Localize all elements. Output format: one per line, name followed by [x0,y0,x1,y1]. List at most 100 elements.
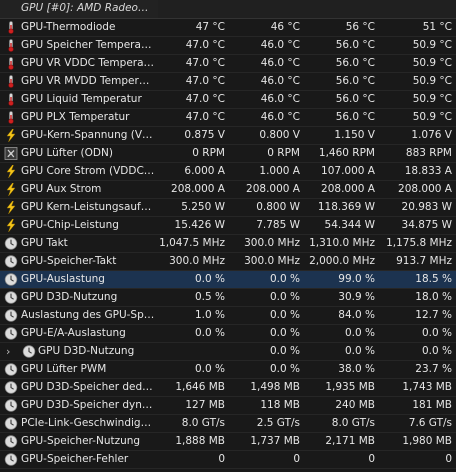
sensor-row-gpu-chip-leistung[interactable]: GPU-Chip-Leistung 15.426 W 7.785 W 54.344 W… [0,217,456,235]
sensor-label: GPU-Auslastung [21,273,105,285]
avg-value: 18.833 A [404,165,452,177]
avg-value: 34.875 W [401,219,452,231]
current-value: 6.000 A [184,165,225,177]
current-value: 5.250 W [181,201,225,213]
current-value: 47.0 °C [185,93,225,105]
max-value: 56 °C [345,21,375,33]
min-value: 0.800 W [256,201,300,213]
max-value: 56.0 °C [335,111,375,123]
min-value: 1.000 A [259,165,300,177]
sensor-table: GPU [#0]: AMD Radeon ... GPU-Thermodiode… [0,0,456,469]
sensor-row-gpu-d3d-nutzung[interactable]: GPU D3D-Nutzung 0.5 % 0.0 % 30.9 % 18.0 % [0,289,456,307]
sensor-row-gpu-auslastung[interactable]: GPU-Auslastung 0.0 % 0.0 % 99.0 % 18.5 % [0,271,456,289]
sensor-row-gpu-speicher-takt[interactable]: GPU-Speicher-Takt 300.0 MHz 300.0 MHz 2,000… [0,253,456,271]
current-value: 0.5 % [194,291,225,303]
sensor-label: GPU VR VDDC Temperatur [21,57,155,69]
min-value: 1,498 MB [250,381,300,393]
min-value: 46 °C [270,21,300,33]
max-value: 84.0 % [338,309,375,321]
max-value: 2,000.0 MHz [309,255,375,267]
min-value: 300.0 MHz [244,237,300,249]
max-value: 99.0 % [338,273,375,285]
sensor-row-gpu-core-strom-vddcr-gfx[interactable]: GPU Core Strom (VDDCR_GFX) 6.000 A 1.000 A… [0,163,456,181]
expand-chevron-icon[interactable]: › [6,343,16,360]
min-value: 0.0 % [269,327,300,339]
min-value: 0.0 % [269,291,300,303]
sensor-row-gpu-kern-leistungsaufnahme[interactable]: GPU Kern-Leistungsaufnahme 5.250 W 0.800 W… [0,199,456,217]
sensor-row-gpu-kern-spannung-vddc[interactable]: GPU-Kern-Spannung (VDDC) 0.875 V 0.800 V 1.… [0,127,456,145]
sensor-row-gpu-e-a-auslastung[interactable]: GPU-E/A-Auslastung 0.0 % 0.0 % 0.0 % 0.0 % [0,325,456,343]
max-value: 56.0 °C [335,39,375,51]
lightning-icon [4,182,18,197]
sensor-label: GPU Takt [21,237,68,249]
min-value: 7.785 W [256,219,300,231]
sensor-row-gpu-takt[interactable]: GPU Takt 1,047.5 MHz 300.0 MHz 1,310.0 MHz 1… [0,235,456,253]
current-value: 300.0 MHz [169,255,225,267]
group-header-title: GPU [#0]: AMD Radeon ... [21,2,155,14]
sensor-row-gpu-l-fter-pwm[interactable]: GPU Lüfter PWM 0.0 % 0.0 % 38.0 % 23.7 % [0,361,456,379]
group-header-gpu[interactable]: GPU [#0]: AMD Radeon ... [0,0,456,19]
clock-icon [4,255,18,268]
current-value: 208.000 A [171,183,225,195]
avg-value: 1,175.8 MHz [386,237,452,249]
current-value: 0 RPM [192,147,225,159]
current-value: 1,646 MB [175,381,225,393]
fan-icon [4,147,18,160]
clock-icon [4,363,18,376]
sensor-row-gpu-aux-strom[interactable]: GPU Aux Strom 208.000 A 208.000 A 208.000 A… [0,181,456,199]
current-value: 1,047.5 MHz [159,237,225,249]
thermometer-icon [4,21,18,34]
sensor-row-gpu-d3d-speicher-dynamisch[interactable]: GPU D3D-Speicher dynamisch 127 MB 118 MB 24… [0,397,456,415]
sensor-label: GPU VR MVDD Temperatur [21,75,155,87]
min-value: 46.0 °C [260,93,300,105]
sensor-row-gpu-vr-mvdd-temperatur[interactable]: GPU VR MVDD Temperatur 47.0 °C 46.0 °C 56.0… [0,73,456,91]
sensor-row-gpu-d3d-nutzung[interactable]: › GPU D3D-Nutzung 0.0 % 0.0 % 0.0 % [0,343,456,361]
sensor-row-gpu-thermodiode[interactable]: GPU-Thermodiode 47 °C 46 °C 56 °C 51 °C [0,19,456,37]
sensor-label: GPU D3D-Speicher dynamisch [21,399,155,411]
min-value: 0.0 % [269,273,300,285]
sensor-row-pcie-link-geschwindigkeit[interactable]: PCIe-Link-Geschwindigkeit 8.0 GT/s 2.5 GT/… [0,415,456,433]
avg-value: 20.983 W [401,201,452,213]
sensor-label: GPU D3D-Speicher dediziert [21,381,155,393]
avg-value: 50.9 °C [412,93,452,105]
sensor-label: GPU Aux Strom [21,183,102,195]
clock-icon [4,417,18,430]
max-value: 240 MB [335,399,375,411]
sensor-label: GPU D3D-Nutzung [38,345,135,357]
max-value: 56.0 °C [335,93,375,105]
sensor-row-gpu-d3d-speicher-dediziert[interactable]: GPU D3D-Speicher dediziert 1,646 MB 1,498 … [0,379,456,397]
avg-value: 0.0 % [421,345,452,357]
avg-value: 23.7 % [415,363,452,375]
min-value: 46.0 °C [260,57,300,69]
sensor-label: GPU Kern-Leistungsaufnahme [21,201,155,213]
min-value: 0.0 % [269,309,300,321]
clock-icon [4,381,18,394]
avg-value: 50.9 °C [412,75,452,87]
current-value: 0.0 % [194,363,225,375]
sensor-row-gpu-l-fter-odn[interactable]: GPU Lüfter (ODN) 0 RPM 0 RPM 1,460 RPM 883 R… [0,145,456,163]
current-value: 0.0 % [194,327,225,339]
avg-value: 208.000 A [398,183,452,195]
current-value: 15.426 W [174,219,225,231]
sensor-row-auslastung-des-gpu-speichercontrollers[interactable]: Auslastung des GPU-Speichercontrollers 1.… [0,307,456,325]
sensor-label: GPU-E/A-Auslastung [21,327,126,339]
avg-value: 1,980 MB [402,435,452,447]
sensor-row-gpu-speicher-fehler[interactable]: GPU-Speicher-Fehler 0 0 0 0 [0,451,456,469]
sensor-row-gpu-liquid-temperatur[interactable]: GPU Liquid Temperatur 47.0 °C 46.0 °C 56.0 … [0,91,456,109]
sensor-row-gpu-plx-temperatur[interactable]: GPU PLX Temperatur 47.0 °C 46.0 °C 56.0 °C 5… [0,109,456,127]
max-value: 38.0 % [338,363,375,375]
sensor-row-gpu-speicher-temperatur[interactable]: GPU Speicher Temperatur 47.0 °C 46.0 °C 56.… [0,37,456,55]
sensor-label: GPU-Speicher-Nutzung [21,435,141,447]
clock-icon [4,309,18,322]
max-value: 107.000 A [321,165,375,177]
max-value: 30.9 % [338,291,375,303]
clock-icon [4,399,18,412]
current-value: 47.0 °C [185,111,225,123]
avg-value: 50.9 °C [412,111,452,123]
sensor-label: GPU Speicher Temperatur [21,39,155,51]
lightning-icon [4,128,18,143]
max-value: 56.0 °C [335,57,375,69]
sensor-row-gpu-speicher-nutzung[interactable]: GPU-Speicher-Nutzung 1,888 MB 1,737 MB 2,17… [0,433,456,451]
current-value: 47.0 °C [185,57,225,69]
sensor-row-gpu-vr-vddc-temperatur[interactable]: GPU VR VDDC Temperatur 47.0 °C 46.0 °C 56.0… [0,55,456,73]
